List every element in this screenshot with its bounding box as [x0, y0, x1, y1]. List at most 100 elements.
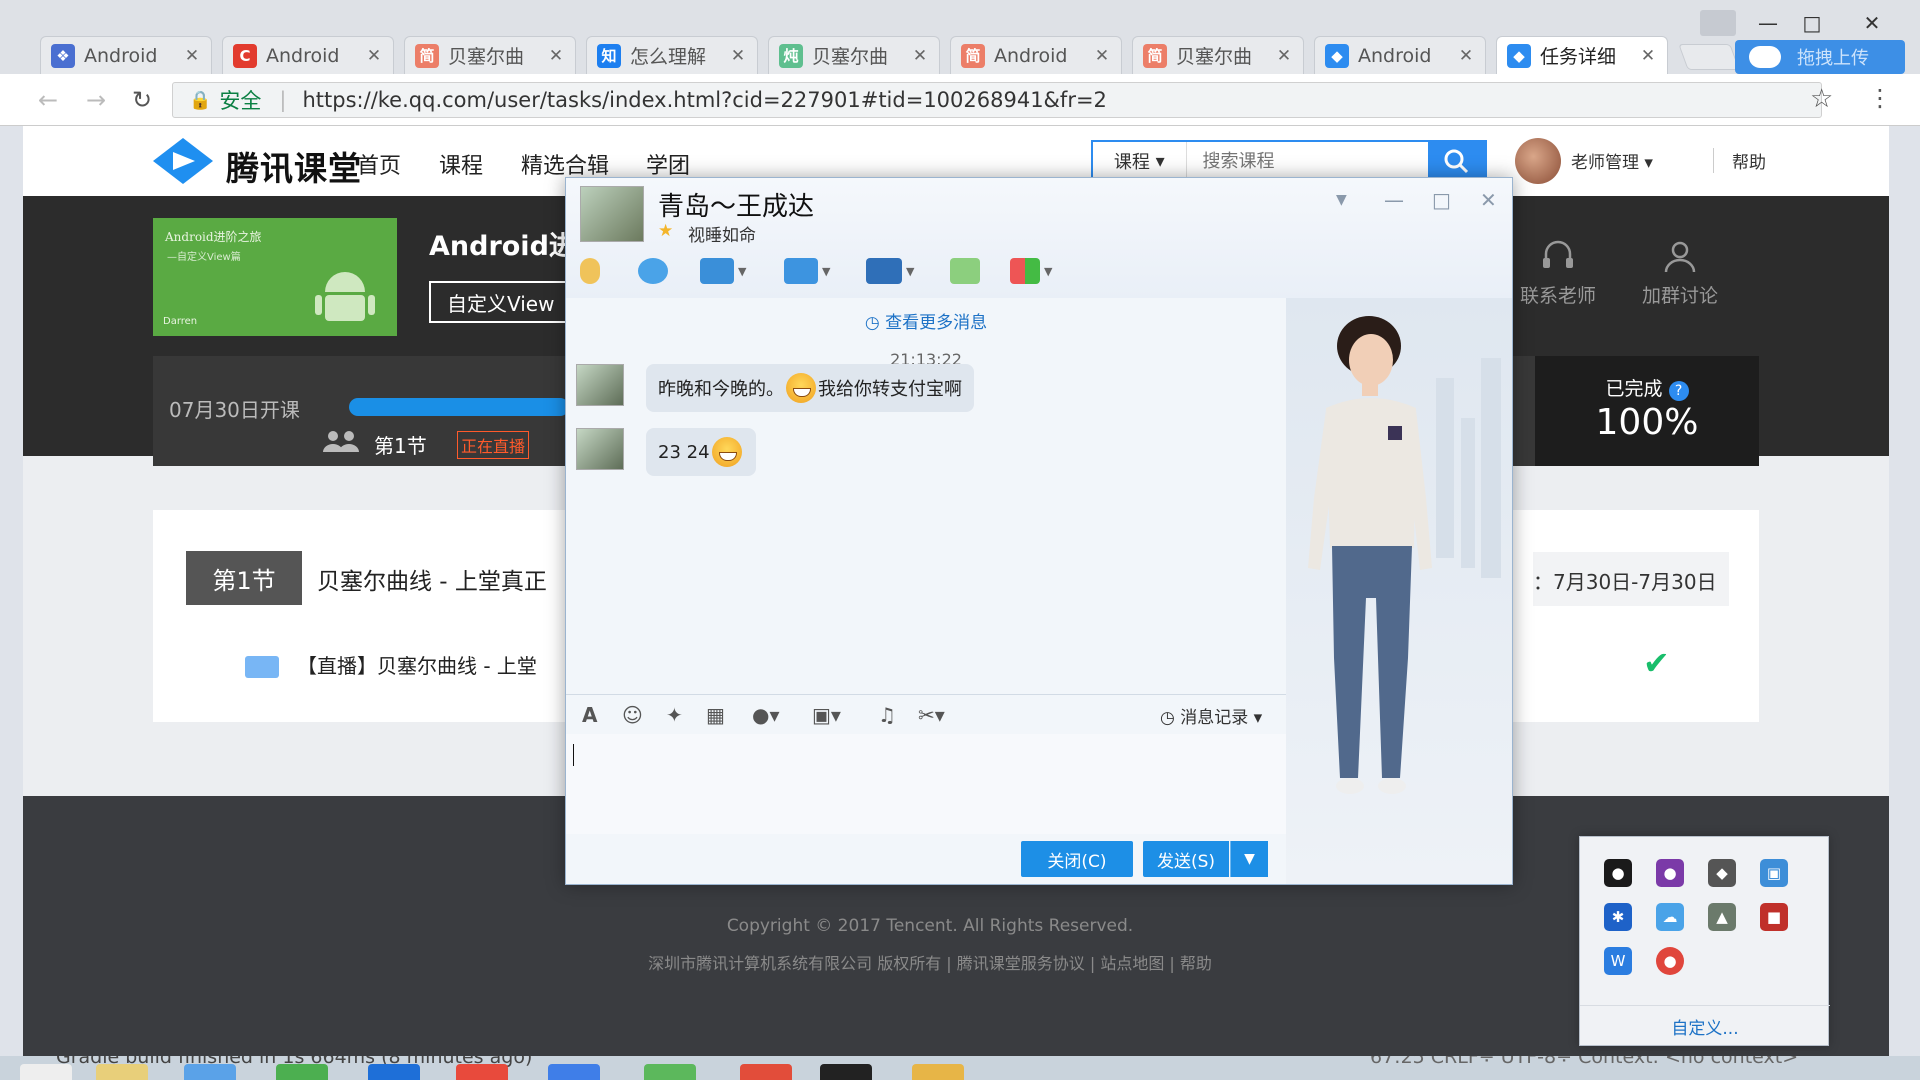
browser-tab[interactable]: C Android ✕	[222, 36, 394, 74]
image-icon[interactable]: ▣▾	[812, 703, 841, 727]
qq-minimize-button[interactable]: —	[1384, 188, 1404, 212]
close-tab-icon[interactable]: ✕	[183, 46, 201, 66]
browser-tab[interactable]: 简贝塞尔曲 ✕	[1132, 36, 1304, 74]
help-link[interactable]: 帮助	[1713, 148, 1766, 173]
emoji-icon[interactable]: ☺	[622, 703, 643, 727]
bookmark-star-icon[interactable]: ☆	[1810, 84, 1833, 114]
font-icon[interactable]: A	[582, 703, 597, 727]
tray-customize-link[interactable]: 自定义...	[1580, 1005, 1830, 1039]
close-chat-button[interactable]: 关闭(C)	[1021, 841, 1133, 877]
taskbar-app-icon[interactable]	[644, 1064, 696, 1080]
qq-penguin-icon[interactable]: ●	[1604, 859, 1632, 887]
contact-teacher-button[interactable]: 联系老师	[1513, 236, 1603, 308]
message-input[interactable]	[566, 734, 1286, 834]
minimize-window-button[interactable]: —	[1748, 10, 1788, 36]
voice-message-icon[interactable]: ●▾	[752, 703, 780, 727]
reload-icon[interactable]: ↻	[132, 86, 152, 114]
taskbar-app-icon[interactable]	[548, 1064, 600, 1080]
close-tab-icon[interactable]: ✕	[547, 46, 565, 66]
browser-tab[interactable]: ❖ Android ✕	[40, 36, 212, 74]
send-options-chevron-icon[interactable]: ▼	[1230, 841, 1268, 877]
taskbar-app-icon[interactable]	[740, 1064, 792, 1080]
taskbar-explorer-icon[interactable]	[96, 1064, 148, 1080]
join-group-button[interactable]: 加群讨论	[1635, 236, 1725, 308]
cloud-sync-icon[interactable]: ☁	[1656, 903, 1684, 931]
chevron-down-icon[interactable]: ▼	[1336, 192, 1347, 208]
create-discussion-button[interactable]	[950, 256, 980, 286]
live-now-badge[interactable]: 正在直播	[457, 431, 530, 459]
taskbar-chrome-icon[interactable]	[456, 1064, 508, 1080]
taskbar-app-icon[interactable]	[184, 1064, 236, 1080]
search-button[interactable]	[1427, 142, 1485, 180]
poke-icon[interactable]: ✦	[666, 703, 683, 727]
message-history-button[interactable]: ◷ 消息记录 ▾	[1160, 703, 1262, 728]
browser-tab[interactable]: ◆ 任务详细 ✕	[1496, 36, 1668, 74]
send-file-button[interactable]: ▼	[784, 256, 830, 286]
drag-upload-button[interactable]: 拖拽上传	[1735, 40, 1905, 74]
profile-button[interactable]	[1700, 10, 1736, 36]
course-cover-image[interactable]: Android进阶之旅 —自定义View篇 Darren	[153, 218, 397, 336]
maximize-window-button[interactable]: □	[1792, 10, 1832, 36]
screen-share-button[interactable]: ▼	[866, 256, 914, 286]
word-app-icon[interactable]: W	[1604, 947, 1632, 975]
start-button[interactable]	[20, 1064, 72, 1080]
apps-button[interactable]: ▼	[1010, 256, 1052, 286]
nav-home[interactable]: 首页	[357, 148, 401, 180]
browser-tab[interactable]: 简贝塞尔曲 ✕	[404, 36, 576, 74]
screen-shake-icon[interactable]: ▦	[706, 703, 725, 727]
omnibox[interactable]: 🔒 安全 | https://ke.qq.com/user/tasks/inde…	[172, 82, 1822, 118]
qq-close-button[interactable]: ✕	[1480, 188, 1497, 212]
new-tab-button[interactable]	[1678, 44, 1740, 70]
back-arrow-icon[interactable]: ←	[38, 86, 58, 114]
close-window-button[interactable]: ✕	[1852, 10, 1892, 36]
network-icon[interactable]: ▣	[1760, 859, 1788, 887]
browser-tab[interactable]: 简 Android ✕	[950, 36, 1122, 74]
sender-avatar[interactable]	[576, 428, 624, 470]
search-input[interactable]	[1186, 142, 1428, 180]
apple-icon[interactable]: ●	[1656, 947, 1684, 975]
lesson-title[interactable]: 贝塞尔曲线 - 上堂真正	[317, 562, 547, 596]
music-note-icon[interactable]: ♫	[878, 703, 896, 727]
browser-menu-icon[interactable]: ⋮	[1868, 84, 1892, 112]
qq-maximize-button[interactable]: □	[1432, 188, 1451, 212]
qq-penguin-alt-icon[interactable]: ●	[1656, 859, 1684, 887]
taskbar-app-icon[interactable]	[912, 1064, 964, 1080]
bluetooth-icon[interactable]: ✱	[1604, 903, 1632, 931]
nav-courses[interactable]: 课程	[439, 148, 483, 180]
video-call-button[interactable]	[638, 256, 668, 286]
user-avatar[interactable]	[1515, 138, 1561, 184]
tencent-class-logo-icon[interactable]	[151, 136, 215, 186]
browser-tab[interactable]: 炖贝塞尔曲 ✕	[768, 36, 940, 74]
forward-arrow-icon[interactable]: →	[86, 86, 106, 114]
sender-avatar[interactable]	[576, 364, 624, 406]
close-tab-icon[interactable]: ✕	[1639, 46, 1657, 66]
contact-avatar[interactable]	[580, 186, 644, 242]
url-text[interactable]: https://ke.qq.com/user/tasks/index.html?…	[303, 88, 1107, 112]
close-tab-icon[interactable]: ✕	[911, 46, 929, 66]
close-tab-icon[interactable]: ✕	[729, 46, 747, 66]
remote-assist-button[interactable]: ▼	[700, 256, 746, 286]
send-message-button[interactable]: 发送(S)	[1143, 841, 1229, 877]
close-tab-icon[interactable]: ✕	[1457, 46, 1475, 66]
more-messages-link[interactable]: ◷ 查看更多消息	[566, 308, 1286, 333]
teacher-admin-menu[interactable]: 老师管理 ▾	[1571, 148, 1653, 173]
close-tab-icon[interactable]: ✕	[365, 46, 383, 66]
live-task-link[interactable]: 【直播】贝塞尔曲线 - 上堂	[297, 650, 537, 679]
nav-study-groups[interactable]: 学团	[646, 148, 690, 180]
voice-call-button[interactable]	[580, 256, 600, 286]
taskbar-app-icon[interactable]	[276, 1064, 328, 1080]
nav-collections[interactable]: 精选合辑	[521, 148, 609, 180]
help-question-icon[interactable]: ?	[1668, 381, 1689, 401]
browser-tab[interactable]: 知怎么理解 ✕	[586, 36, 758, 74]
course-tag[interactable]: 自定义View	[429, 281, 569, 323]
close-tab-icon[interactable]: ✕	[1093, 46, 1111, 66]
graduation-cap-icon[interactable]: ▲	[1708, 903, 1736, 931]
diamond-icon[interactable]: ◆	[1708, 859, 1736, 887]
taskbar-qq-icon[interactable]	[820, 1064, 872, 1080]
site-logo-text[interactable]: 腾讯课堂	[226, 142, 362, 190]
browser-tab[interactable]: ◆ Android ✕	[1314, 36, 1486, 74]
taskbar-app-icon[interactable]	[368, 1064, 420, 1080]
recorder-icon[interactable]: ■	[1760, 903, 1788, 931]
search-category-select[interactable]: 课程 ▾	[1093, 142, 1187, 180]
scissors-icon[interactable]: ✂▾	[918, 703, 945, 727]
